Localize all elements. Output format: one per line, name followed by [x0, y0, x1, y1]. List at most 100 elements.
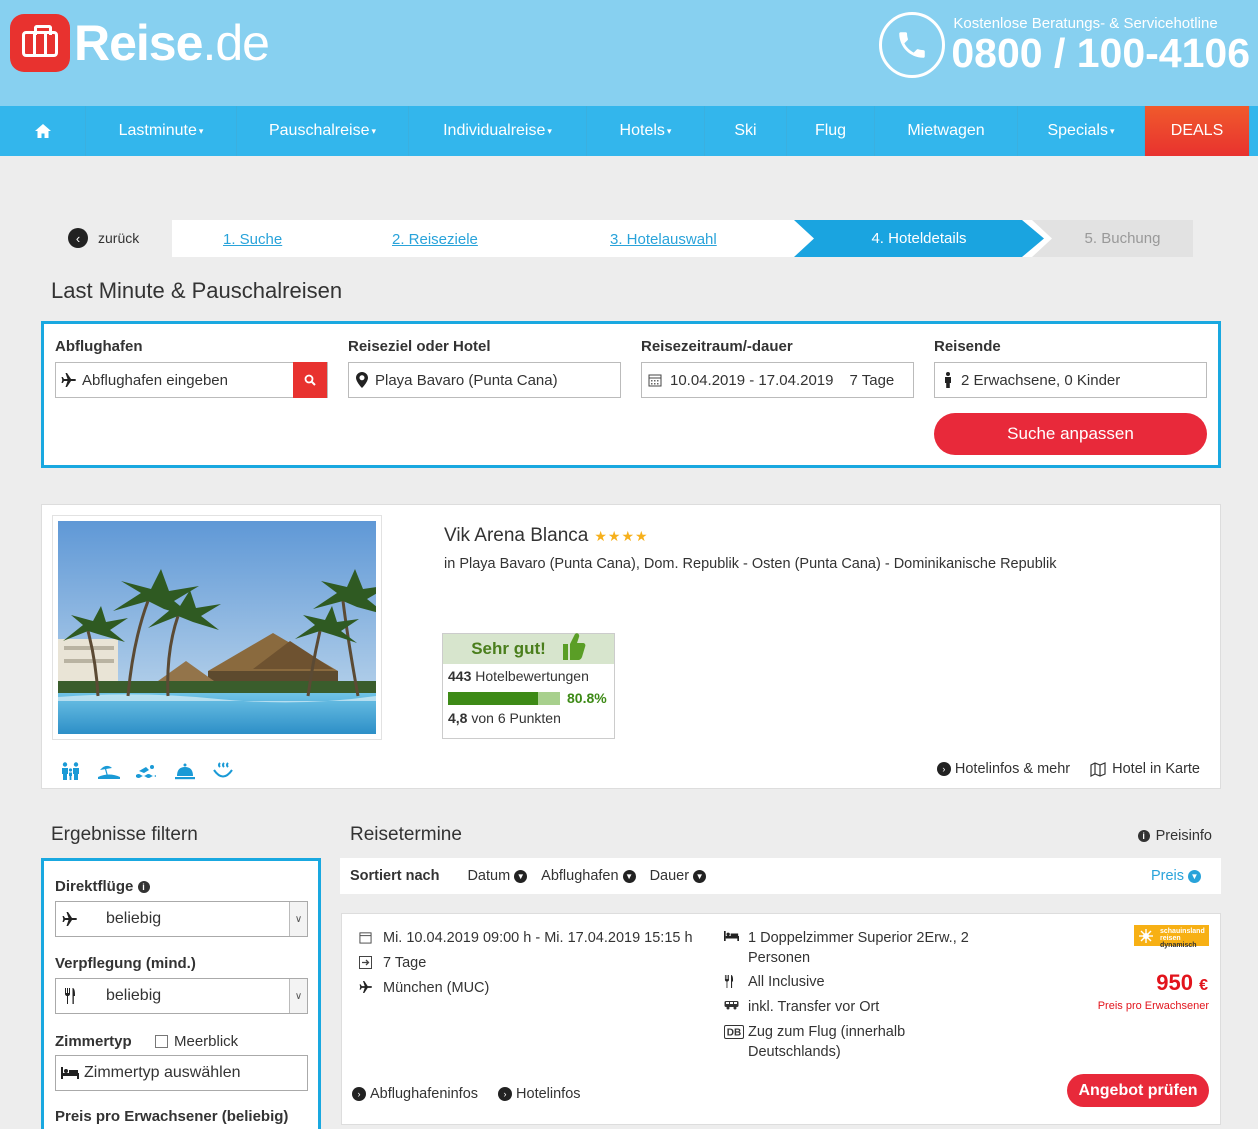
phone-icon: [879, 12, 946, 78]
offer-airport: München (MUC): [359, 978, 489, 998]
airport-info-link[interactable]: › Abflughafeninfos: [352, 1086, 478, 1102]
sort-airport[interactable]: Abflughafen ▼: [541, 868, 636, 884]
nav-individualreise[interactable]: Individualreise ▾: [409, 106, 587, 156]
thumbs-up-icon: [562, 633, 586, 660]
hotel-map-link[interactable]: Hotel in Karte: [1090, 761, 1200, 777]
sort-label: Sortiert nach: [350, 868, 440, 884]
duration-icon: [359, 953, 383, 969]
offer-board: All Inclusive: [724, 972, 825, 992]
site-logo[interactable]: Reise.de: [10, 14, 270, 72]
nav-flug[interactable]: Flug: [787, 106, 875, 156]
results-title: Reisetermine: [350, 824, 462, 845]
sun-icon: [1139, 929, 1153, 943]
operator-logo: schauinsland reisen dynamisch: [1134, 925, 1209, 949]
suitcase-icon: [10, 14, 70, 72]
chevron-down-icon: ▼: [693, 869, 707, 883]
chevron-down-icon: ∨: [289, 979, 307, 1013]
price-filter-label: Preis pro Erwachsener (beliebig): [55, 1108, 289, 1125]
service-bell-icon: [174, 760, 196, 782]
step-buchung: 5. Buchung: [1032, 220, 1193, 257]
hotel-photo[interactable]: [52, 515, 382, 740]
main-nav: Lastminute ▾ Pauschalreise ▾ Individualrei…: [0, 106, 1258, 156]
hotel-name: Vik Arena Blanca ★★★★: [444, 525, 649, 546]
travellers-field[interactable]: 2 Erwachsene, 0 Kinder: [934, 362, 1207, 398]
nav-specials[interactable]: Specials ▾: [1018, 106, 1145, 156]
map-pin-icon: [349, 372, 375, 388]
hotel-card: Vik Arena Blanca ★★★★ in Playa Bavaro (Pu…: [41, 504, 1221, 789]
rating-box[interactable]: Sehr gut! 443 Hotelbewertungen 80.8% 4,8…: [442, 633, 615, 739]
plane-icon: [56, 373, 82, 387]
sort-duration[interactable]: Dauer ▼: [650, 868, 707, 884]
board-label: Verpflegung (mind.): [55, 955, 196, 972]
cutlery-icon: [56, 988, 84, 1004]
adjust-search-button[interactable]: Suche anpassen: [934, 413, 1207, 455]
hotel-location: in Playa Bavaro (Punta Cana), Dom. Repub…: [444, 556, 1057, 572]
info-icon[interactable]: i: [137, 881, 150, 894]
step-reiseziele[interactable]: 2. Reiseziele: [392, 231, 478, 248]
filter-title: Ergebnisse filtern: [51, 824, 198, 845]
board-select[interactable]: beliebig ∨: [55, 978, 308, 1014]
room-type-select[interactable]: Zimmertyp auswählen: [55, 1055, 308, 1091]
offer-card: Mi. 10.04.2019 09:00 h - Mi. 17.04.2019 …: [341, 913, 1221, 1125]
period-field[interactable]: 10.04.2019 - 17.04.2019 7 Tage: [641, 362, 914, 398]
departure-field[interactable]: Abflughafen eingeben: [55, 362, 328, 398]
check-offer-button[interactable]: Angebot prüfen: [1067, 1074, 1209, 1107]
nav-ski[interactable]: Ski: [705, 106, 787, 156]
direct-flights-select[interactable]: beliebig ∨: [55, 901, 308, 937]
cutlery-icon: [724, 972, 748, 988]
seaview-checkbox[interactable]: Meerblick: [155, 1033, 238, 1050]
offer-train: DB Zug zum Flug (innerhalb Deutschlands): [724, 1022, 905, 1062]
caret-down-icon: ▾: [1109, 125, 1115, 136]
steps-bar: 1. Suche 2. Reiseziele 3. Hotelauswahl 5…: [172, 220, 1193, 257]
search-button[interactable]: [293, 362, 327, 398]
sort-price[interactable]: Preis ▼: [1151, 868, 1201, 884]
bus-icon: [724, 997, 748, 1010]
chevron-down-icon: ▼: [514, 869, 528, 883]
step-hotelauswahl[interactable]: 3. Hotelauswahl: [610, 231, 717, 248]
home-icon: [34, 124, 51, 138]
person-icon: [935, 372, 961, 388]
offer-hotel-info-link[interactable]: › Hotelinfos: [498, 1086, 581, 1102]
plane-icon: [359, 978, 383, 993]
svg-text:DB: DB: [727, 1028, 741, 1039]
spa-icon: [212, 760, 234, 782]
nav-pauschalreise[interactable]: Pauschalreise ▾: [237, 106, 409, 156]
nav-lastminute[interactable]: Lastminute ▾: [86, 106, 237, 156]
hotel-info-link[interactable]: › Hotelinfos & mehr: [936, 761, 1070, 777]
caret-down-icon: ▾: [547, 125, 552, 136]
priceinfo-link[interactable]: i Preisinfo: [1137, 828, 1212, 844]
map-icon: [1090, 761, 1106, 777]
nav-deals[interactable]: DEALS: [1145, 106, 1250, 156]
chevron-down-icon: ▼: [622, 869, 636, 883]
bed-icon: [724, 928, 748, 941]
recommend-percent: 80.8%: [567, 690, 607, 706]
nav-mietwagen[interactable]: Mietwagen: [875, 106, 1018, 156]
chevron-right-icon: ›: [936, 762, 951, 776]
chevron-right-icon: ›: [352, 1087, 366, 1101]
search-form: Abflughafen Abflughafen eingeben Reisezi…: [41, 321, 1221, 468]
plane-icon: [56, 912, 84, 926]
caret-down-icon: ▾: [371, 125, 377, 136]
period-label: Reisezeitraum/-dauer: [641, 338, 793, 355]
recommend-bar: [448, 691, 560, 705]
hotline-number[interactable]: 0800 / 100-4106: [951, 31, 1250, 75]
booking-steps: ‹ zurück 1. Suche 2. Reiseziele 3. Hotel…: [62, 220, 1222, 257]
sort-date[interactable]: Datum ▼: [467, 868, 528, 884]
offer-duration: 7 Tage: [359, 953, 426, 973]
calendar-icon: [359, 928, 383, 944]
amenity-icons: [60, 760, 234, 782]
filter-panel: Direktflüge i beliebig ∨ Verpflegung (mi…: [41, 858, 321, 1129]
logo-text-main: Reise: [74, 15, 203, 71]
recommend-bar-fill: [448, 691, 539, 705]
chevron-down-icon: ∨: [289, 902, 307, 936]
checkbox-box: [155, 1035, 168, 1048]
nav-home[interactable]: [0, 106, 86, 156]
direct-flights-label: Direktflüge: [55, 878, 134, 895]
hotline[interactable]: Kostenlose Beratungs- & Servicehotline 0…: [879, 12, 1250, 78]
swimming-icon: [136, 760, 158, 782]
back-link[interactable]: ‹ zurück: [68, 228, 139, 248]
step-suche[interactable]: 1. Suche: [223, 231, 282, 248]
nav-hotels[interactable]: Hotels ▾: [587, 106, 705, 156]
logo-text-tld: .de: [202, 15, 270, 71]
destination-field[interactable]: Playa Bavaro (Punta Cana): [348, 362, 621, 398]
